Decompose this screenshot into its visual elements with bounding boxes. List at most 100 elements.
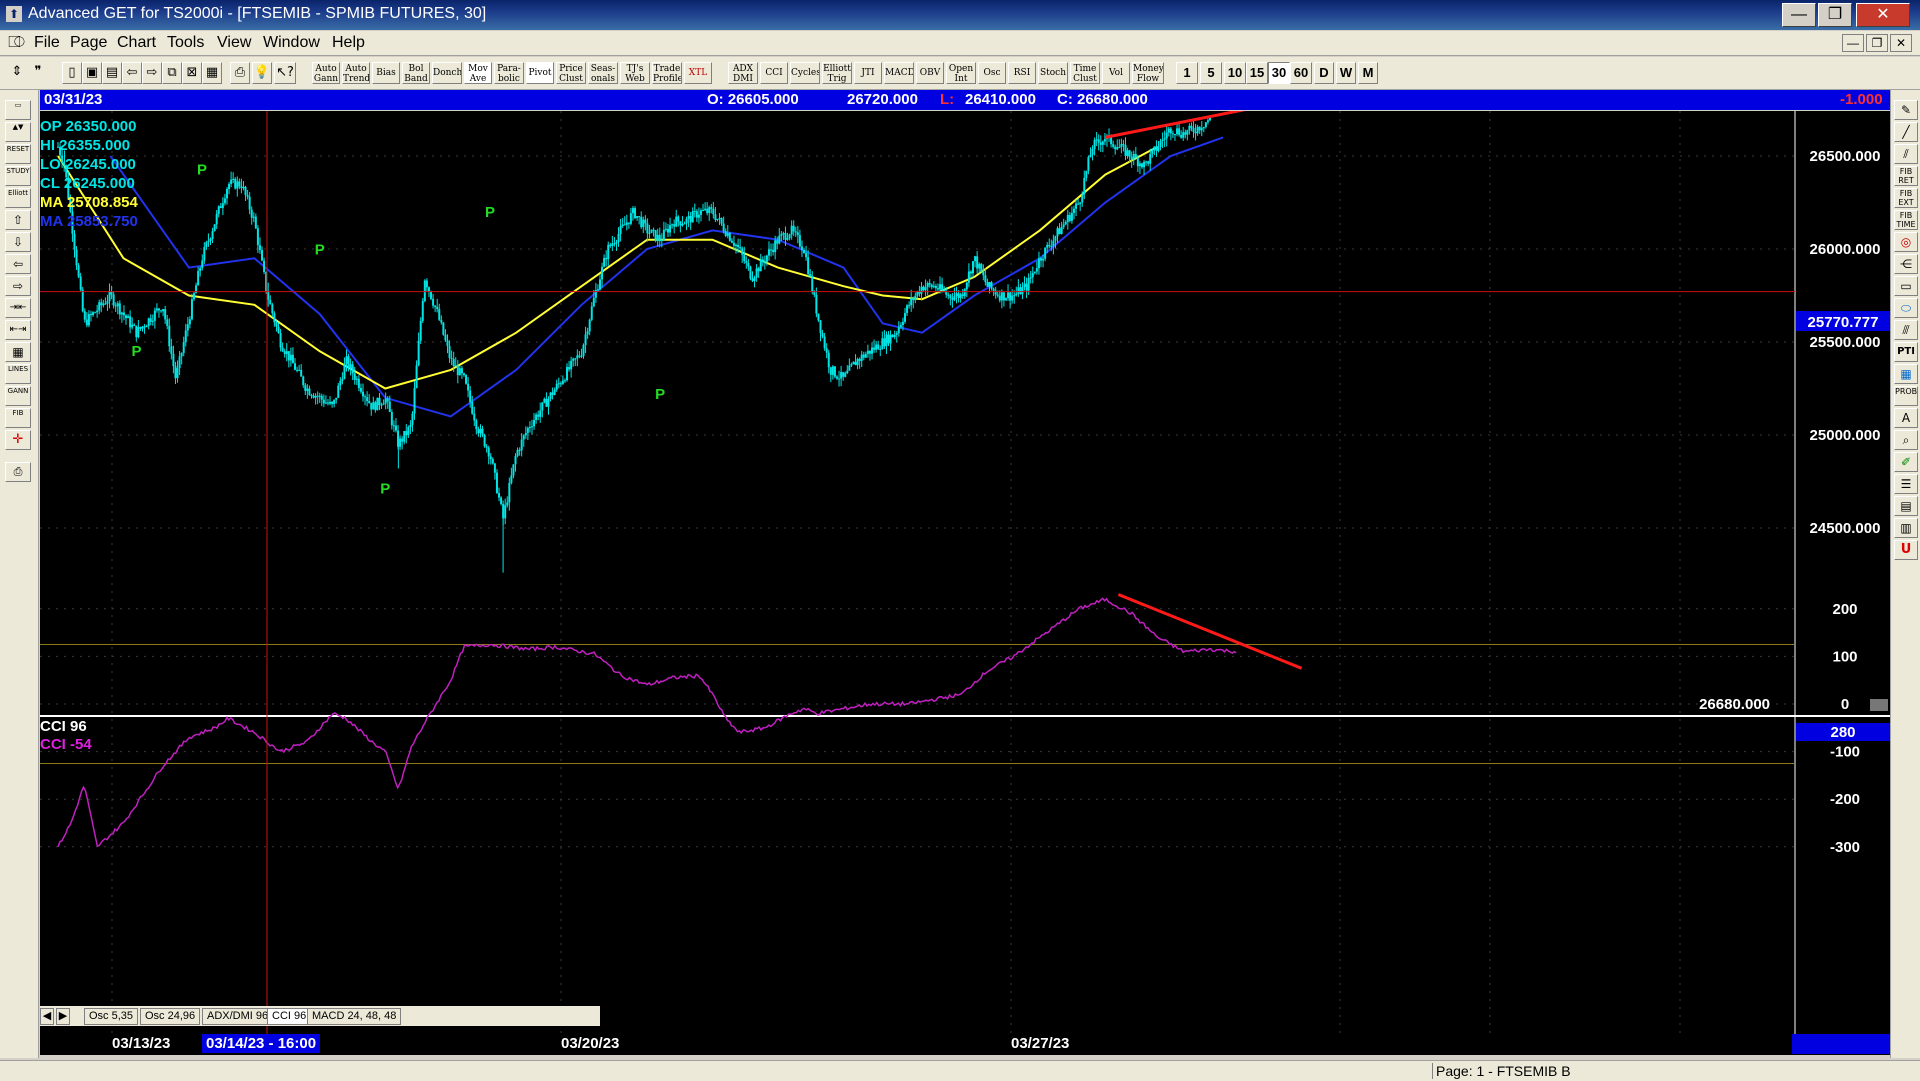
study-button[interactable]: STUDY <box>5 166 31 186</box>
arrow-left-icon[interactable]: ⇦ <box>5 254 31 274</box>
crosshair-icon[interactable]: ✛ <box>5 430 31 450</box>
price-panel[interactable] <box>40 111 1794 714</box>
tb-tjs-web[interactable]: TJ's Web <box>620 62 650 84</box>
fib-time-button[interactable]: FIB TIME <box>1894 210 1918 230</box>
pti-button[interactable]: PTI <box>1894 342 1918 362</box>
tb-cycles[interactable]: Cycles <box>790 62 820 84</box>
close-button[interactable]: ✕ <box>1856 3 1910 27</box>
tb-bol-band[interactable]: Bol Band <box>402 62 430 84</box>
back-icon[interactable]: ⇦ <box>122 62 142 84</box>
tb-auto-gann[interactable]: Auto Gann <box>312 62 340 84</box>
list-tool-icon[interactable]: ☰ <box>1894 474 1918 494</box>
text-tool-button[interactable]: A <box>1894 408 1918 428</box>
chart-svg[interactable]: PPPPPP 27000.00026500.00026000.00025500.… <box>40 111 1890 1055</box>
tb-macd[interactable]: MACD <box>884 62 914 84</box>
circle-tool-icon[interactable]: ◎ <box>1894 232 1918 252</box>
bulb-icon[interactable]: 💡 <box>252 62 272 84</box>
tab-adx-dmi[interactable]: ADX/DMI 96 <box>202 1008 274 1025</box>
menu-window[interactable]: Window <box>263 34 320 52</box>
menu-tools[interactable]: Tools <box>167 34 204 52</box>
marker-tool-icon[interactable]: ✐ <box>1894 452 1918 472</box>
interval-d[interactable]: D <box>1314 62 1334 84</box>
table-tool-icon[interactable]: ▤ <box>1894 496 1918 516</box>
help-pointer-icon[interactable]: ↖? <box>274 62 296 84</box>
tb-open-int[interactable]: Open Int <box>946 62 976 84</box>
tab-scroll-right[interactable]: ▶ <box>56 1008 70 1025</box>
copy-icon[interactable]: ⧉ <box>162 62 182 84</box>
tb-stoch[interactable]: Stoch <box>1038 62 1068 84</box>
mdi-close-button[interactable]: ✕ <box>1890 34 1912 52</box>
print-preview-icon[interactable]: ⎙ <box>5 462 31 482</box>
fib-ext-button[interactable]: FIB EXT <box>1894 188 1918 208</box>
folder-icon[interactable]: ▭ <box>5 100 31 120</box>
grid-icon[interactable]: ▦ <box>202 62 222 84</box>
tb-seasonals[interactable]: Seas-onals <box>588 62 618 84</box>
tab-osc-5-35[interactable]: Osc 5,35 <box>84 1008 139 1025</box>
elliott-button[interactable]: Elliott <box>5 188 31 208</box>
compress-icon[interactable]: ⇥⇤ <box>5 298 31 318</box>
tb-vol[interactable]: Vol <box>1102 62 1130 84</box>
mdi-restore-button[interactable]: ❐ <box>1866 34 1888 52</box>
fib-button[interactable]: FIB <box>5 408 31 428</box>
new-page-icon[interactable]: ▯ <box>62 62 82 84</box>
tb-adx-dmi[interactable]: ADX DMI <box>728 62 758 84</box>
pencil-icon[interactable]: ✎ <box>1894 100 1918 120</box>
line-tool-icon[interactable]: ╱ <box>1894 122 1918 142</box>
prob-button[interactable]: PROB <box>1894 386 1918 406</box>
tb-donch[interactable]: Donch <box>432 62 462 84</box>
zoom-icon[interactable]: ⌕ <box>1894 430 1918 450</box>
interval-30[interactable]: 30 <box>1268 62 1290 84</box>
notes-tool-icon[interactable]: ▥ <box>1894 518 1918 538</box>
interval-w[interactable]: W <box>1336 62 1356 84</box>
menu-help[interactable]: Help <box>332 34 365 52</box>
maximize-button[interactable]: ❐ <box>1818 3 1852 27</box>
fib-ret-button[interactable]: FIB RET <box>1894 166 1918 186</box>
cursor-icon[interactable]: ⇕ <box>8 62 26 84</box>
reset-button[interactable]: RESET <box>5 144 31 164</box>
forward-icon[interactable]: ⇨ <box>142 62 162 84</box>
menu-chart[interactable]: Chart <box>117 34 156 52</box>
tb-elliott-trig[interactable]: Elliott Trig <box>822 62 852 84</box>
tb-osc[interactable]: Osc <box>978 62 1006 84</box>
quote-icon[interactable]: ❞ <box>28 62 48 84</box>
parallel-line-icon[interactable]: ⫽ <box>1894 144 1918 164</box>
tb-parabolic[interactable]: Para-bolic <box>494 62 524 84</box>
tab-cci-96[interactable]: CCI 96 <box>267 1008 312 1025</box>
interval-m[interactable]: M <box>1358 62 1378 84</box>
tab-scroll-left[interactable]: ◀ <box>40 1008 54 1025</box>
grid-tool-icon[interactable]: ▦ <box>1894 364 1918 384</box>
tb-price-clust[interactable]: Price Clust <box>556 62 586 84</box>
menu-file[interactable]: File <box>34 34 60 52</box>
undo-button[interactable]: U <box>1894 540 1918 560</box>
chart-icon[interactable]: ▲▼ <box>5 122 31 142</box>
tb-rsi[interactable]: RSI <box>1008 62 1036 84</box>
interval-15[interactable]: 15 <box>1246 62 1268 84</box>
tab-osc-24-96[interactable]: Osc 24,96 <box>140 1008 201 1025</box>
print-icon[interactable]: ⎙ <box>230 62 250 84</box>
minimize-button[interactable]: — <box>1782 3 1816 27</box>
menu-page[interactable]: Page <box>70 34 107 52</box>
interval-60[interactable]: 60 <box>1290 62 1312 84</box>
interval-5[interactable]: 5 <box>1200 62 1222 84</box>
interval-1[interactable]: 1 <box>1176 62 1198 84</box>
tb-obv[interactable]: OBV <box>916 62 944 84</box>
corner-icon[interactable] <box>1870 699 1888 711</box>
tb-xtl[interactable]: XTL <box>684 62 712 84</box>
open-icon[interactable]: ▣ <box>82 62 102 84</box>
grid-toggle-icon[interactable]: ▦ <box>5 342 31 362</box>
tb-bias[interactable]: Bias <box>372 62 400 84</box>
arrow-right-icon[interactable]: ⇨ <box>5 276 31 296</box>
tb-mov-ave[interactable]: Mov Ave <box>464 62 492 84</box>
fan-tool-icon[interactable]: ⋲ <box>1894 254 1918 274</box>
tb-pivot[interactable]: Pivot <box>526 62 554 84</box>
interval-10[interactable]: 10 <box>1224 62 1246 84</box>
channel-tool-icon[interactable]: ⫻ <box>1894 320 1918 340</box>
arrow-up-icon[interactable]: ⇧ <box>5 210 31 230</box>
expand-icon[interactable]: ⇤⇥ <box>5 320 31 340</box>
menu-view[interactable]: View <box>217 34 251 52</box>
chart-area[interactable]: PPPPPP 27000.00026500.00026000.00025500.… <box>40 111 1890 1055</box>
mdi-minimize-button[interactable]: — <box>1842 34 1864 52</box>
tab-macd[interactable]: MACD 24, 48, 48 <box>307 1008 402 1025</box>
tb-jti[interactable]: JTI <box>854 62 882 84</box>
save-icon[interactable]: ▤ <box>102 62 122 84</box>
